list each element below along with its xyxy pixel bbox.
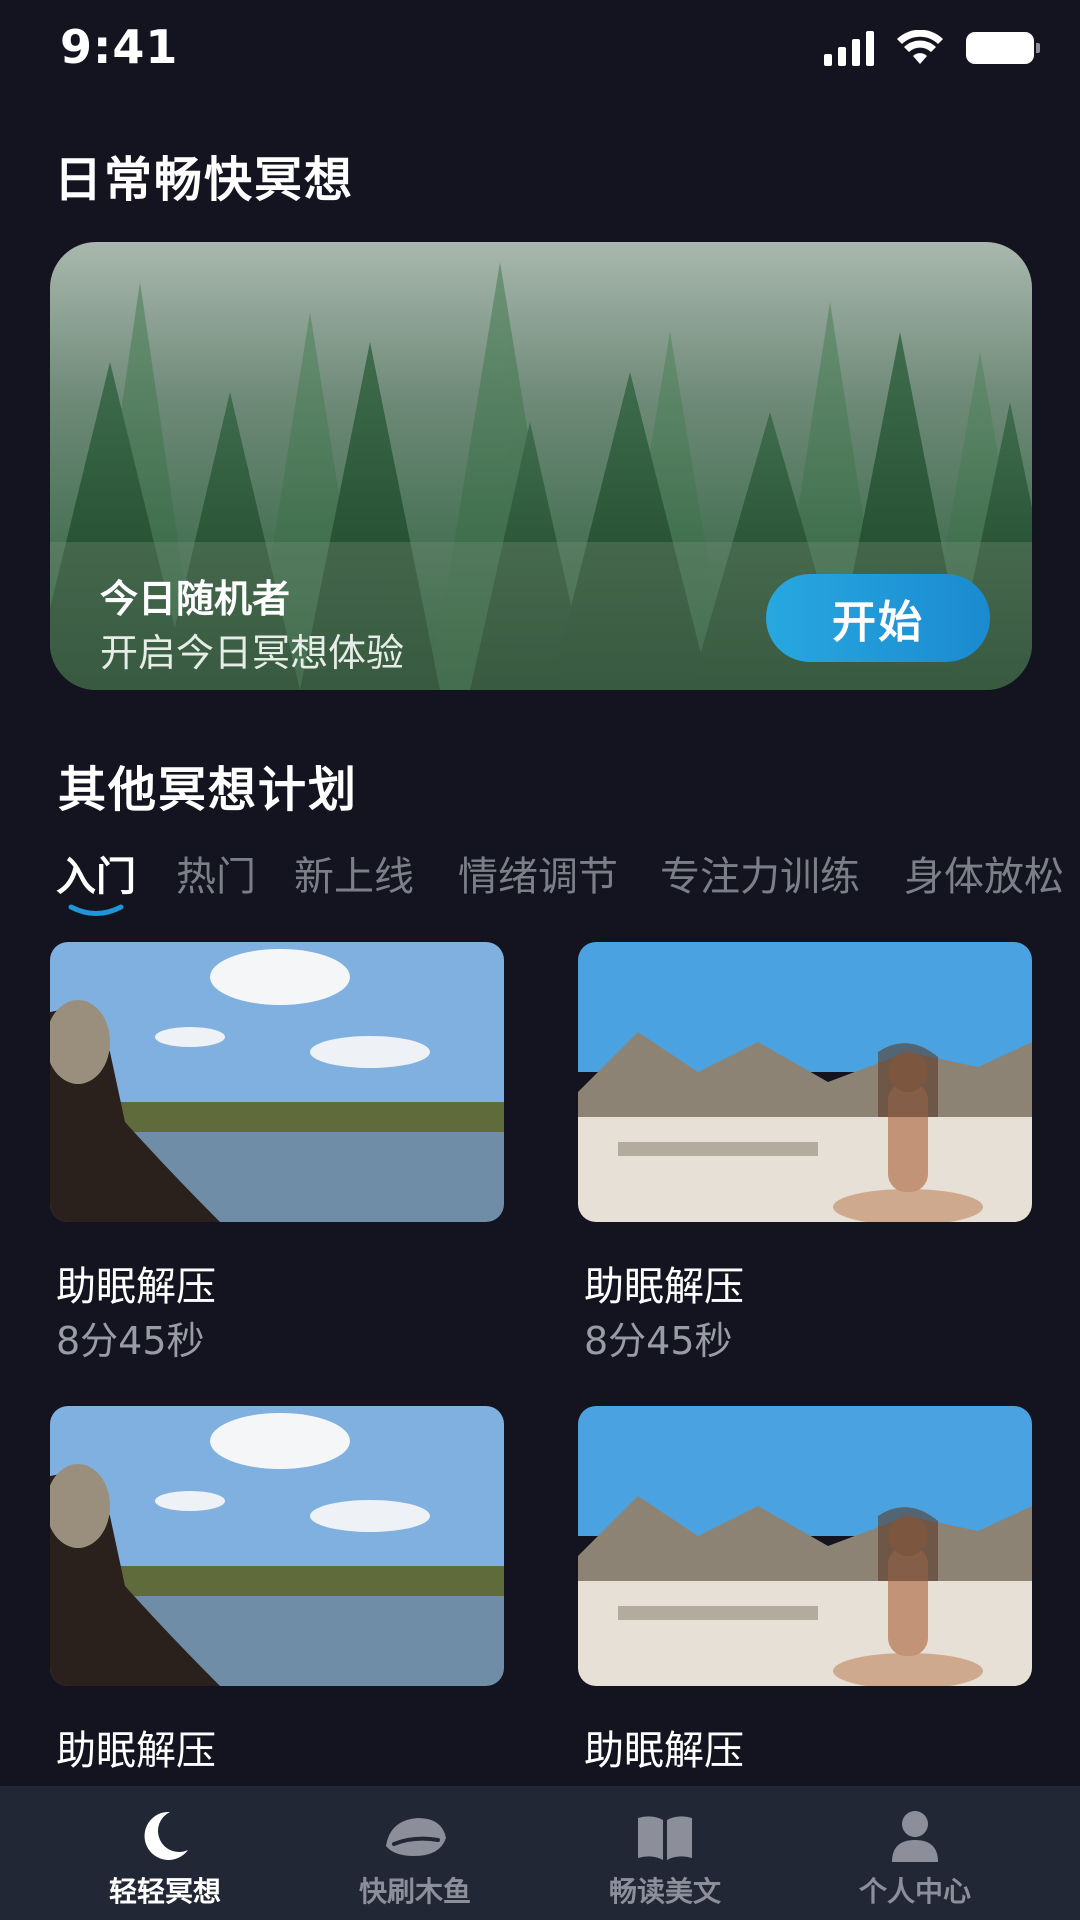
bottom-nav: 轻轻冥想 快刷木鱼 畅读美文 个人中心	[0, 1786, 1080, 1920]
moon-icon	[144, 1811, 188, 1860]
status-icons	[824, 30, 1040, 66]
status-bar: 9:41	[0, 0, 1080, 100]
wifi-icon	[897, 30, 943, 64]
card-duration: 8分45秒	[56, 1319, 205, 1363]
daily-random-card[interactable]: 今日随机者 开启今日冥想体验 开始	[50, 242, 1032, 690]
nav-label: 轻轻冥想	[108, 1875, 221, 1908]
plan-card[interactable]: 助眠解压 8分45秒	[578, 942, 1032, 1363]
wooden-fish-icon	[386, 1818, 446, 1856]
card-title: 助眠解压	[584, 1264, 744, 1310]
hero-subtitle: 开启今日冥想体验	[100, 631, 405, 675]
tab-beginner[interactable]: 入门	[56, 844, 136, 902]
tab-body-relax[interactable]: 身体放松	[904, 844, 1064, 902]
plan-card[interactable]: 助眠解压 8分45秒	[50, 942, 504, 1363]
card-title: 助眠解压	[56, 1728, 216, 1774]
person-icon	[892, 1811, 938, 1862]
card-duration: 8分45秒	[584, 1319, 733, 1363]
lake-meditation-image	[50, 942, 504, 1222]
start-button[interactable]: 开始	[766, 574, 990, 662]
tab-new[interactable]: 新上线	[294, 844, 414, 902]
battery-icon	[966, 32, 1040, 64]
lake-meditation-image	[50, 1406, 504, 1686]
nav-item-wooden-fish[interactable]: 快刷木鱼	[280, 1786, 550, 1920]
tab-emotion[interactable]: 情绪调节	[458, 844, 618, 902]
plan-card[interactable]: 助眠解压	[50, 1406, 504, 1774]
plan-card[interactable]: 助眠解压	[578, 1406, 1032, 1774]
nav-item-profile[interactable]: 个人中心	[780, 1786, 1050, 1920]
card-title: 助眠解压	[584, 1728, 744, 1774]
desert-yoga-image	[578, 1406, 1032, 1686]
tab-focus[interactable]: 专注力训练	[660, 844, 860, 902]
nav-label: 畅读美文	[608, 1875, 721, 1908]
hero-title: 今日随机者	[100, 577, 291, 621]
other-plans-title: 其他冥想计划	[58, 762, 359, 818]
nav-item-meditation[interactable]: 轻轻冥想	[30, 1786, 300, 1920]
category-tabs: 入门 热门 新上线 情绪调节 专注力训练 身体放松	[56, 844, 1080, 916]
tab-popular[interactable]: 热门	[176, 844, 256, 902]
book-icon	[638, 1816, 692, 1860]
nav-item-reading[interactable]: 畅读美文	[530, 1786, 800, 1920]
cellular-signal-icon	[824, 30, 874, 66]
daily-meditation-title: 日常畅快冥想	[54, 152, 355, 208]
nav-label: 快刷木鱼	[358, 1875, 471, 1908]
nav-label: 个人中心	[858, 1875, 971, 1908]
active-tab-indicator	[68, 904, 124, 916]
desert-yoga-image	[578, 942, 1032, 1222]
card-title: 助眠解压	[56, 1264, 216, 1310]
status-time: 9:41	[60, 20, 179, 74]
